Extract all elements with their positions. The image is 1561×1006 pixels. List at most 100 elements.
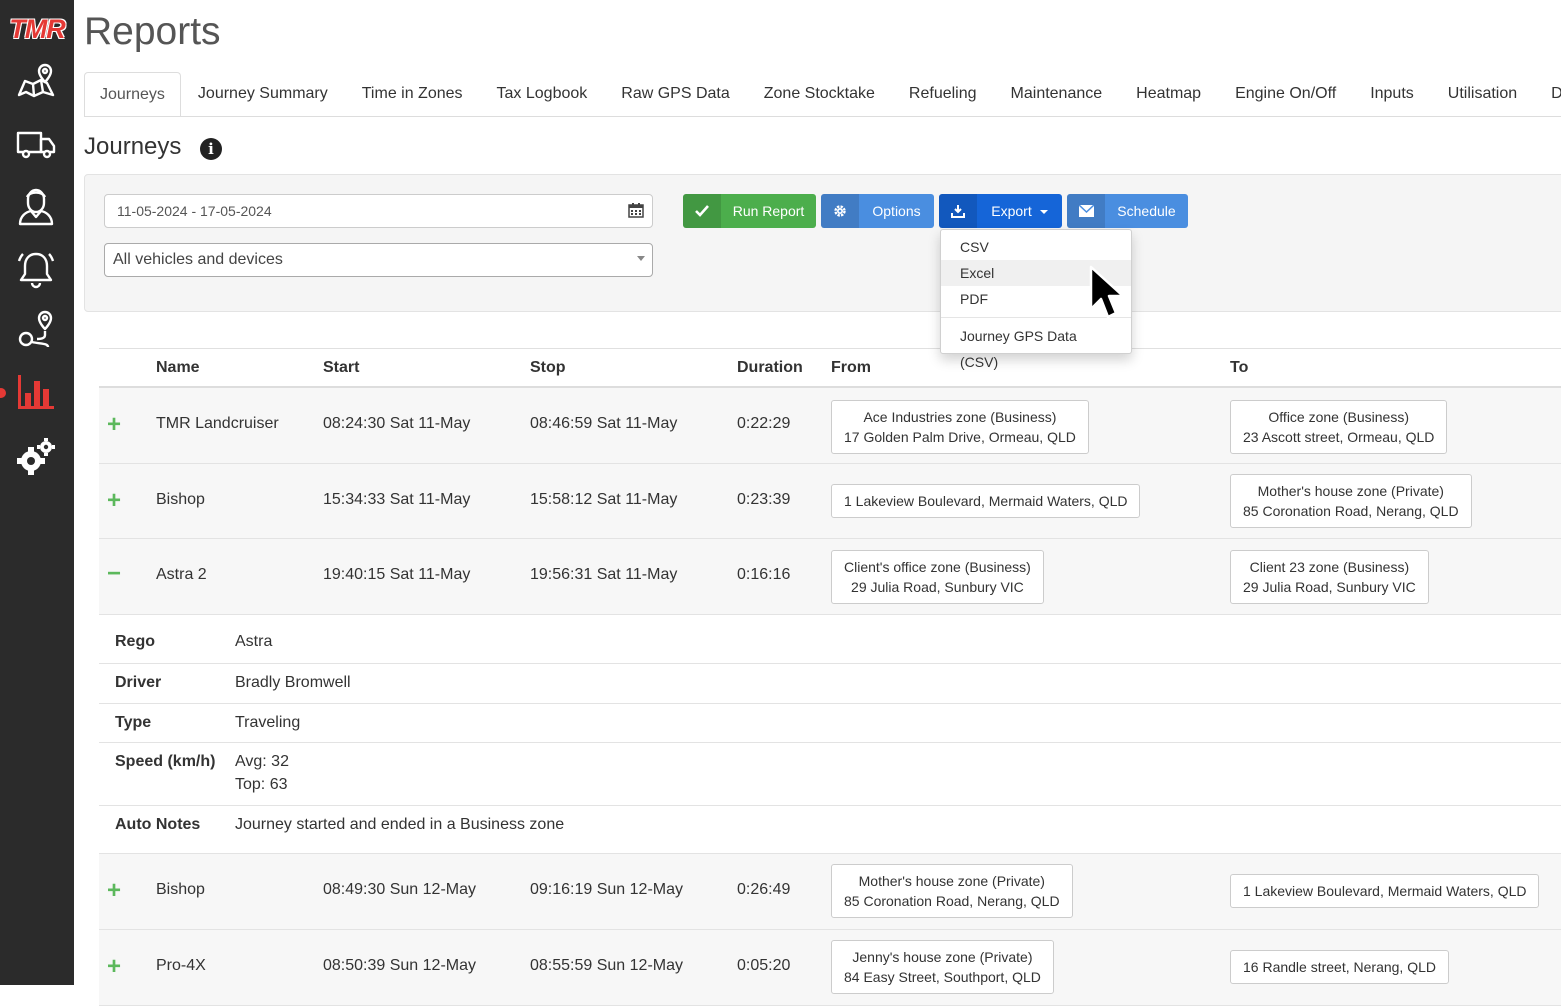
table-header: Name Start Stop Duration From To	[99, 348, 1561, 388]
info-icon[interactable]: i	[200, 138, 222, 160]
stop-time: 09:16:19 Sun 12-May	[530, 881, 683, 898]
from-address[interactable]: Jenny's house zone (Private) 84 Easy Str…	[831, 940, 1054, 994]
bar-chart-icon[interactable]	[12, 370, 60, 414]
table-row-expanded[interactable]: − Astra 2 19:40:15 Sat 11-May 19:56:31 S…	[99, 539, 1561, 615]
duration: 0:22:29	[737, 415, 791, 432]
rego-label: Rego	[115, 633, 155, 650]
export-button[interactable]: Export	[939, 194, 1062, 228]
speed-top: Top: 63	[235, 776, 288, 793]
stop-time: 08:55:59 Sun 12-May	[530, 957, 683, 974]
col-duration[interactable]: Duration	[737, 359, 803, 377]
report-tabs: Journeys Journey Summary Time in Zones Tax …	[84, 72, 1561, 117]
from-zone: Ace Industries zone (Business)	[863, 409, 1057, 425]
gears-icon[interactable]	[12, 434, 60, 478]
bell-icon[interactable]	[12, 248, 60, 292]
from-street: 29 Julia Road, Sunbury VIC	[851, 579, 1024, 595]
tab-driver[interactable]: Dr	[1534, 72, 1561, 116]
auto-notes-value: Journey started and ended in a Business …	[235, 816, 565, 833]
driver-icon[interactable]	[12, 184, 60, 228]
export-csv-option[interactable]: CSV	[941, 234, 1131, 260]
from-address[interactable]: Ace Industries zone (Business) 17 Golden…	[831, 400, 1089, 454]
vehicle-select[interactable]: All vehicles and devices	[104, 243, 653, 277]
type-value: Traveling	[235, 714, 301, 731]
to-address[interactable]: Client 23 zone (Business) 29 Julia Road,…	[1230, 550, 1429, 604]
start-time: 19:40:15 Sat 11-May	[323, 566, 471, 583]
expand-icon[interactable]: +	[107, 879, 121, 903]
table-row[interactable]: + TMR Landcruiser 08:24:30 Sat 11-May 08…	[99, 388, 1561, 464]
section-title: Journeys	[84, 133, 182, 160]
tab-zone-stocktake[interactable]: Zone Stocktake	[747, 72, 892, 116]
col-from[interactable]: From	[831, 359, 871, 377]
chevron-down-icon	[637, 256, 645, 261]
tab-time-in-zones[interactable]: Time in Zones	[345, 72, 480, 116]
date-range-input[interactable]: 11-05-2024 - 17-05-2024	[104, 194, 653, 228]
tab-refueling[interactable]: Refueling	[892, 72, 994, 116]
from-zone: Jenny's house zone (Private)	[852, 949, 1033, 965]
run-report-button[interactable]: Run Report	[683, 194, 816, 228]
speed-label: Speed (km/h)	[115, 753, 216, 770]
to-zone: Office zone (Business)	[1268, 409, 1409, 425]
tab-tax-logbook[interactable]: Tax Logbook	[480, 72, 605, 116]
driver-value: Bradly Bromwell	[235, 674, 351, 691]
map-icon[interactable]	[12, 60, 60, 104]
mouse-cursor-icon	[1089, 265, 1125, 319]
export-label: Export	[991, 203, 1032, 219]
route-icon[interactable]	[12, 308, 60, 352]
to-address[interactable]: Office zone (Business) 23 Ascott street,…	[1230, 400, 1448, 454]
to-street: 23 Ascott street, Ormeau, QLD	[1243, 429, 1435, 445]
driver-label: Driver	[115, 674, 162, 691]
detail-row-speed: Speed (km/h) Avg: 32 Top: 63	[99, 743, 1561, 806]
to-address[interactable]: Mother's house zone (Private) 85 Coronat…	[1230, 474, 1472, 528]
expand-icon[interactable]: +	[107, 955, 121, 979]
col-to[interactable]: To	[1230, 359, 1248, 377]
col-name[interactable]: Name	[156, 359, 200, 377]
tab-maintenance[interactable]: Maintenance	[994, 72, 1120, 116]
tab-engine-on-off[interactable]: Engine On/Off	[1218, 72, 1353, 116]
stop-time: 08:46:59 Sat 11-May	[530, 415, 678, 432]
schedule-label: Schedule	[1117, 203, 1176, 219]
from-street: 85 Coronation Road, Nerang, QLD	[844, 893, 1060, 909]
from-address[interactable]: 1 Lakeview Boulevard, Mermaid Waters, QL…	[831, 484, 1141, 518]
col-stop[interactable]: Stop	[530, 359, 566, 377]
calendar-icon[interactable]	[628, 202, 644, 218]
journeys-table: Name Start Stop Duration From To + TMR L…	[99, 348, 1561, 615]
tmr-logo[interactable]: TMR	[4, 12, 70, 46]
schedule-button[interactable]: Schedule	[1067, 194, 1188, 228]
collapse-icon[interactable]: −	[107, 562, 121, 586]
from-address[interactable]: Mother's house zone (Private) 85 Coronat…	[831, 864, 1073, 918]
auto-notes-label: Auto Notes	[115, 816, 201, 833]
stop-time: 15:58:12 Sat 11-May	[530, 491, 678, 508]
tab-heatmap[interactable]: Heatmap	[1119, 72, 1218, 116]
to-address[interactable]: 1 Lakeview Boulevard, Mermaid Waters, QL…	[1230, 874, 1540, 908]
rego-value: Astra	[235, 633, 273, 650]
to-address[interactable]: 16 Randle street, Nerang, QLD	[1230, 950, 1449, 984]
page-title: Reports	[84, 10, 221, 53]
gear-icon	[821, 194, 859, 228]
start-time: 08:50:39 Sun 12-May	[323, 957, 476, 974]
to-street: 29 Julia Road, Sunbury VIC	[1243, 579, 1416, 595]
expand-icon[interactable]: +	[107, 413, 121, 437]
expand-icon[interactable]: +	[107, 489, 121, 513]
export-journey-gps-option[interactable]: Journey GPS Data (CSV)	[941, 323, 1131, 370]
col-start[interactable]: Start	[323, 359, 359, 377]
duration: 0:23:39	[737, 491, 791, 508]
table-row[interactable]: + Pro-4X 08:50:39 Sun 12-May 08:55:59 Su…	[99, 930, 1561, 1006]
tab-journey-summary[interactable]: Journey Summary	[181, 72, 345, 116]
table-row[interactable]: + Bishop 08:49:30 Sun 12-May 09:16:19 Su…	[99, 854, 1561, 930]
detail-row-driver: Driver Bradly Bromwell	[99, 664, 1561, 704]
vehicle-name: TMR Landcruiser	[156, 415, 279, 432]
options-button[interactable]: Options	[821, 194, 934, 228]
tab-journeys[interactable]: Journeys	[84, 72, 181, 116]
vehicle-name: Astra 2	[156, 566, 207, 583]
truck-icon[interactable]	[12, 122, 60, 166]
start-time: 08:49:30 Sun 12-May	[323, 881, 476, 898]
sidebar: TMR	[0, 0, 74, 985]
from-street: 1 Lakeview Boulevard, Mermaid Waters, QL…	[844, 493, 1128, 509]
start-time: 08:24:30 Sat 11-May	[323, 415, 471, 432]
tab-utilisation[interactable]: Utilisation	[1431, 72, 1534, 116]
table-row[interactable]: + Bishop 15:34:33 Sat 11-May 15:58:12 Sa…	[99, 464, 1561, 539]
download-icon	[939, 194, 977, 228]
tab-inputs[interactable]: Inputs	[1353, 72, 1431, 116]
tab-raw-gps-data[interactable]: Raw GPS Data	[604, 72, 746, 116]
from-address[interactable]: Client's office zone (Business) 29 Julia…	[831, 550, 1044, 604]
